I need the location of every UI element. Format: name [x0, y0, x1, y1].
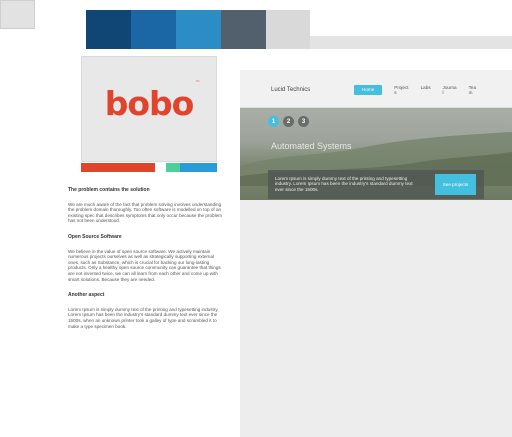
swatch-dark-blue: [86, 10, 131, 49]
hero-slider: 1 2 3 Automated Systems Lorem Ipsum is s…: [240, 108, 512, 200]
section-heading: The problem contains the solution: [68, 187, 150, 193]
hero-title: Automated Systems: [271, 141, 352, 151]
main-nav: Home Project s Labs Journa l Tea m: [354, 85, 488, 95]
article: The problem contains the solution We are…: [68, 187, 226, 340]
slide-dot-2[interactable]: 2: [283, 116, 294, 127]
nav-home[interactable]: Home: [354, 85, 383, 95]
brand-color-bar: [81, 163, 217, 172]
brand-name[interactable]: Lucid Technics: [271, 87, 310, 93]
site-header: Lucid Technics Home Project s Labs Journa…: [240, 70, 512, 108]
color-bar-green: [166, 163, 180, 172]
trademark-symbol: ™: [195, 79, 200, 86]
nav-projects[interactable]: Project s: [394, 85, 408, 95]
section-heading: Another aspect: [68, 292, 105, 299]
logo-card: bobo ™: [81, 56, 217, 162]
hero-caption: Lorem Ipsum is simply dummy text of the …: [275, 176, 413, 192]
nav-journal[interactable]: Journa l: [443, 85, 457, 95]
slide-dot-1[interactable]: 1: [268, 116, 279, 127]
see-projects-button[interactable]: See projects: [435, 174, 476, 195]
swatch-blue: [131, 10, 176, 49]
slide-dot-3[interactable]: 3: [298, 116, 309, 127]
swatch-slate: [221, 10, 266, 49]
section-body: Lorem Ipsum is simply dummy text of the …: [68, 306, 219, 329]
color-palette: [86, 10, 310, 49]
swatch-gray: [266, 10, 310, 49]
placeholder-box: [0, 0, 35, 29]
color-bar-white: [155, 163, 166, 172]
website-mockup: Lucid Technics Home Project s Labs Journa…: [240, 70, 512, 437]
color-bar-blue: [180, 163, 217, 172]
hero-caption-bar: Lorem Ipsum is simply dummy text of the …: [268, 170, 484, 199]
nav-team[interactable]: Tea m: [469, 85, 476, 95]
slide-indicators: 1 2 3: [268, 116, 313, 127]
swatch-light-blue: [176, 10, 221, 49]
section-body: We believe in the value of open source s…: [68, 248, 221, 282]
section-heading: Open Source Software: [68, 233, 122, 240]
bobo-logo: bobo ™: [104, 79, 201, 123]
gray-strip: [310, 36, 512, 49]
color-bar-red: [81, 163, 155, 172]
section-body: We are much aware of the fact that probl…: [68, 201, 222, 224]
nav-labs[interactable]: Labs: [421, 85, 431, 95]
